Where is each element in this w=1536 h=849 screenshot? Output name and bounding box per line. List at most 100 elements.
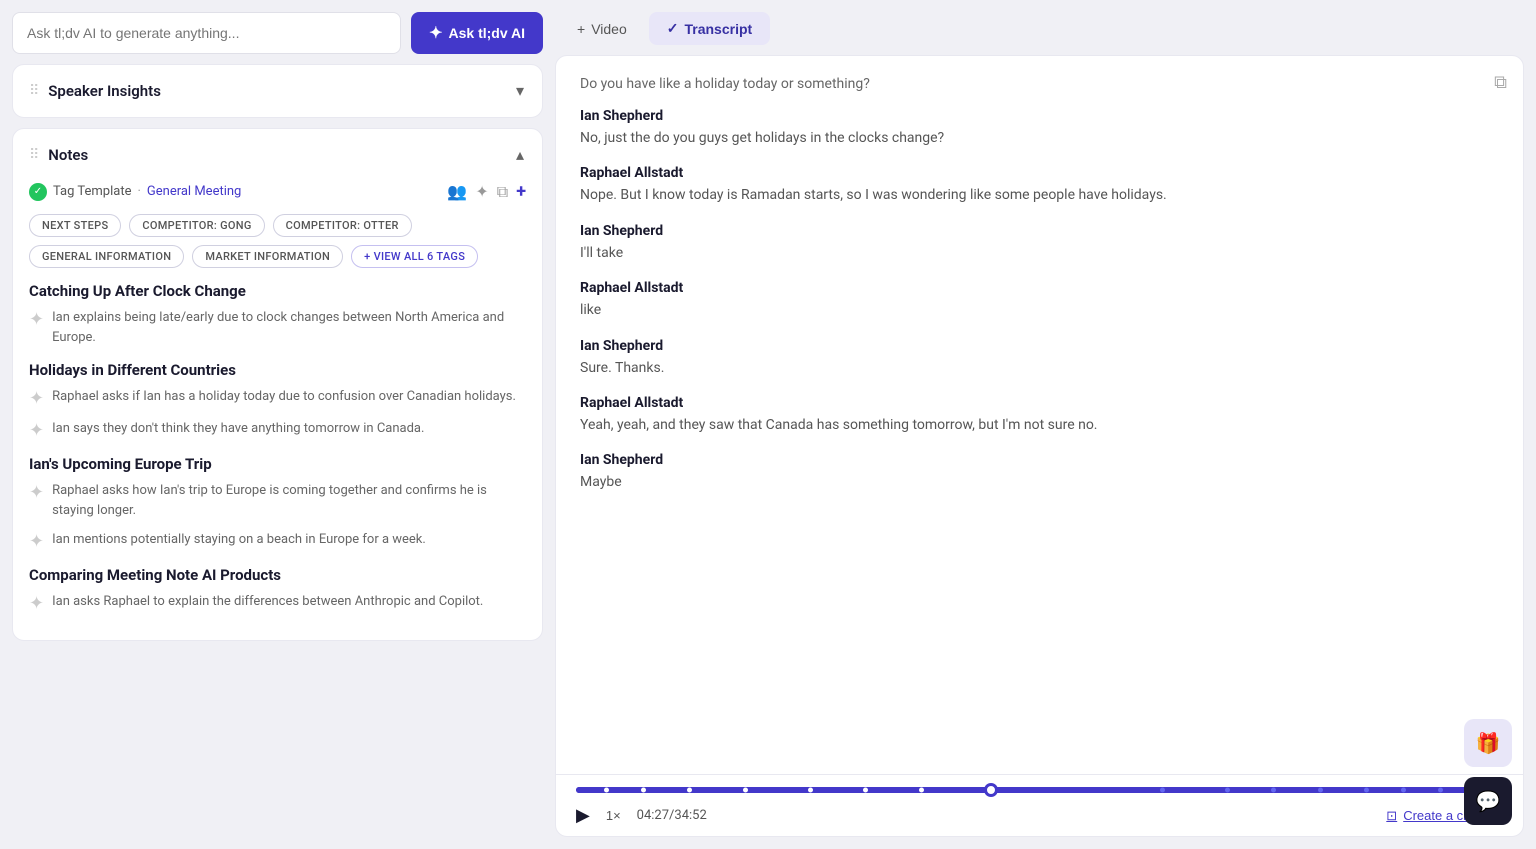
transcript-line: Ian Shepherd No, just the do you guys ge… [580,108,1499,149]
notes-title: Notes [48,146,88,164]
transcript-card: ⧉ Do you have like a holiday today or so… [555,55,1524,837]
notes-body: ✓ Tag Template · General Meeting 👥 ✦ ⧉ +… [13,181,542,640]
transcript-line: Ian Shepherd I'll take [580,223,1499,264]
note-section-holidays: Holidays in Different Countries [29,361,526,379]
list-item: ✦ Ian asks Raphael to explain the differ… [29,592,526,614]
tag-template-row: ✓ Tag Template · General Meeting 👥 ✦ ⧉ + [29,181,526,202]
create-clip-button[interactable]: ⊡ Create a clip [1386,808,1476,824]
note-bullet-icon: ✦ [29,593,44,614]
note-text: Ian mentions potentially staying on a be… [52,530,426,550]
speaker-text: Yeah, yeah, and they saw that Canada has… [580,414,1499,436]
tab-video[interactable]: + Video [559,13,645,45]
tag-action-icons: 👥 ✦ ⧉ + [447,181,526,202]
transcript-line: Do you have like a holiday today or some… [580,76,1499,92]
tag-next-steps[interactable]: NEXT STEPS [29,214,121,237]
list-item: ✦ Raphael asks if Ian has a holiday toda… [29,387,526,409]
speaker-name: Raphael Allstadt [580,165,1499,181]
notes-card: ⠿ Notes ▴ ✓ Tag Template · General Meeti… [12,128,543,641]
speaker-text: No, just the do you guys get holidays in… [580,127,1499,149]
list-item: ✦ Ian says they don't think they have an… [29,419,526,441]
tag-template-label: Tag Template [53,184,131,199]
gift-button[interactable]: 🎁 [1464,719,1512,767]
copy-notes-icon[interactable]: ⧉ [497,182,508,202]
player-controls: ▶ 1× 04:27/34:52 ⊡ Create a clip ⤢ [576,805,1503,826]
speaker-name: Ian Shepherd [580,108,1499,124]
note-text: Ian explains being late/early due to clo… [52,308,526,347]
player-bar: ▶ 1× 04:27/34:52 ⊡ Create a clip ⤢ [556,774,1523,836]
note-text: Ian asks Raphael to explain the differen… [52,592,483,612]
note-bullet-icon: ✦ [29,482,44,503]
speaker-name: Ian Shepherd [580,338,1499,354]
drag-handle-icon: ⠿ [29,83,38,99]
speaker-name: Ian Shepherd [580,452,1499,468]
tag-general-info[interactable]: GENERAL INFORMATION [29,245,184,268]
tags-row: NEXT STEPS COMPETITOR: GONG COMPETITOR: … [29,214,526,237]
note-text: Ian says they don't think they have anyt… [52,419,424,439]
right-panel: + Video ✓ Transcript ⧉ Do you have like … [555,0,1536,849]
transcript-line: Raphael Allstadt Nope. But I know today … [580,165,1499,206]
note-bullet-icon: ✦ [29,388,44,409]
note-bullet-icon: ✦ [29,420,44,441]
tag-competitor-otter[interactable]: COMPETITOR: OTTER [273,214,412,237]
note-section-ai-products: Comparing Meeting Note AI Products [29,566,526,584]
search-row: ✦ Ask tl;dv AI [12,12,543,54]
speaker-name: Raphael Allstadt [580,395,1499,411]
check-icon: ✓ [667,20,679,37]
note-section-clock-change: Catching Up After Clock Change [29,282,526,300]
note-section-europe-trip: Ian's Upcoming Europe Trip [29,455,526,473]
users-icon[interactable]: 👥 [447,182,467,201]
transcript-body: ⧉ Do you have like a holiday today or so… [556,56,1523,774]
tabs-row: + Video ✓ Transcript [555,12,1524,45]
speaker-insights-card: ⠿ Speaker Insights ▾ [12,64,543,118]
play-button[interactable]: ▶ [576,805,590,826]
note-bullet-icon: ✦ [29,531,44,552]
search-input[interactable] [27,25,386,41]
list-item: ✦ Ian explains being late/early due to c… [29,308,526,347]
list-item: ✦ Ian mentions potentially staying on a … [29,530,526,552]
chevron-down-icon: ▾ [516,83,524,100]
speaker-name: Ian Shepherd [580,223,1499,239]
transcript-line: Ian Shepherd Sure. Thanks. [580,338,1499,379]
note-text: Raphael asks how Ian's trip to Europe is… [52,481,526,520]
speaker-insights-collapse-button[interactable]: ▾ [514,79,526,103]
transcript-line: Ian Shepherd Maybe [580,452,1499,493]
magic-icon[interactable]: ✦ [475,182,488,201]
chevron-up-icon: ▴ [516,147,524,164]
note-bullet-icon: ✦ [29,309,44,330]
notes-header[interactable]: ⠿ Notes ▴ [13,129,542,181]
tags-row-2: GENERAL INFORMATION MARKET INFORMATION +… [29,245,526,268]
speaker-text: Maybe [580,471,1499,493]
speaker-text: Sure. Thanks. [580,357,1499,379]
ask-ai-button[interactable]: ✦ Ask tl;dv AI [411,12,543,54]
transcript-line: Raphael Allstadt Yeah, yeah, and they sa… [580,395,1499,436]
speaker-insights-header[interactable]: ⠿ Speaker Insights ▾ [13,65,542,117]
tab-transcript[interactable]: ✓ Transcript [649,12,770,45]
tag-view-all[interactable]: + VIEW ALL 6 TAGS [351,245,478,268]
speaker-text: Nope. But I know today is Ramadan starts… [580,184,1499,206]
speaker-insights-title: Speaker Insights [48,82,161,100]
floating-buttons: 🎁 💬 [1464,719,1512,825]
transcript-line: Raphael Allstadt like [580,280,1499,321]
tag-market-info[interactable]: MARKET INFORMATION [192,245,343,268]
speaker-name: Raphael Allstadt [580,280,1499,296]
star-icon: ✦ [429,23,442,43]
note-text: Raphael asks if Ian has a holiday today … [52,387,516,407]
clip-icon: ⊡ [1386,808,1397,824]
copy-transcript-icon[interactable]: ⧉ [1494,72,1507,93]
notes-collapse-button[interactable]: ▴ [514,143,526,167]
plus-icon: + [577,21,585,37]
time-display: 04:27/34:52 [637,808,707,823]
transcript-question: Do you have like a holiday today or some… [580,76,1499,92]
search-input-wrap[interactable] [12,12,401,54]
speaker-text: I'll take [580,242,1499,264]
tag-template-badge: ✓ Tag Template · General Meeting [29,183,241,201]
left-panel: ✦ Ask tl;dv AI ⠿ Speaker Insights ▾ ⠿ No… [0,0,555,849]
tag-template-link[interactable]: General Meeting [147,184,241,199]
green-check-icon: ✓ [29,183,47,201]
add-icon[interactable]: + [516,181,526,202]
speed-button[interactable]: 1× [606,808,621,823]
speaker-text: like [580,299,1499,321]
tag-competitor-gong[interactable]: COMPETITOR: GONG [129,214,264,237]
progress-track[interactable] [576,787,1503,793]
chat-button[interactable]: 💬 [1464,777,1512,825]
